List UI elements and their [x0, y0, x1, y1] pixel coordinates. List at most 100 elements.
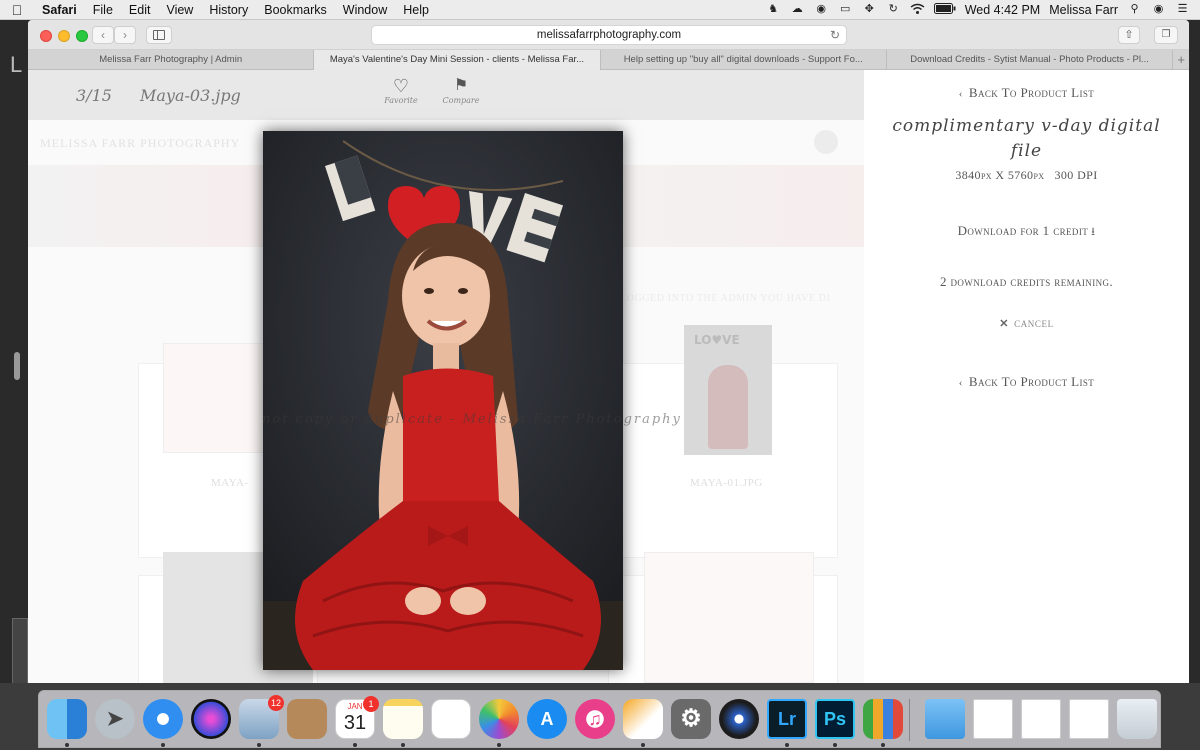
running-indicator	[641, 743, 645, 747]
address-bar[interactable]: melissafarrphotography.com ↻	[371, 25, 847, 45]
pixel-dimensions: 3840px X 5760px	[955, 168, 1045, 182]
itunes-icon[interactable]: ♫	[575, 699, 615, 739]
new-tab-button[interactable]: +	[1173, 50, 1189, 70]
reminders-icon[interactable]	[431, 699, 471, 739]
tab-overview-button[interactable]: ❐	[1154, 26, 1178, 44]
trash-icon[interactable]	[1117, 699, 1157, 739]
launchpad-icon[interactable]: ➤	[95, 699, 135, 739]
back-to-product-list-link-bottom[interactable]: ‹ Back To Product List	[864, 374, 1189, 390]
background-filmstrip-thumb	[12, 618, 28, 688]
photoshop-label: Ps	[823, 709, 847, 729]
tab-admin[interactable]: Melissa Farr Photography | Admin	[28, 50, 315, 70]
lightroom-label: Lr	[778, 709, 796, 729]
dock: ➤ 12 JAN 31 1 A ♫ ⚙ Lr Ps	[38, 690, 1161, 748]
tab-sytist-manual[interactable]: Download Credits - Sytist Manual - Photo…	[887, 50, 1174, 70]
document-stack-icon[interactable]	[1069, 699, 1109, 739]
favorite-button[interactable]: ♡ Favorite	[383, 76, 419, 105]
status-area: ♞ ☁ ◉ ▭ ✥ ↻ Wed 4:42 PM Melissa Farr ⚲ ◉…	[766, 3, 1200, 17]
download-for-credit-button[interactable]: Download for 1 credit ⭳	[864, 223, 1189, 242]
creative-cloud-icon[interactable]: ☁	[790, 3, 805, 16]
forward-button[interactable]: ›	[114, 26, 136, 44]
minimize-window-button[interactable]	[58, 30, 70, 42]
photos-icon[interactable]	[479, 699, 519, 739]
calendar-icon[interactable]: JAN 31 1	[335, 696, 379, 739]
time-machine-icon[interactable]: ↻	[886, 3, 901, 16]
notes-icon[interactable]	[383, 699, 423, 739]
safari-icon[interactable]	[143, 699, 183, 739]
tab-bar: Melissa Farr Photography | Admin Maya's …	[28, 50, 1189, 70]
photoshop-icon[interactable]: Ps	[815, 699, 855, 739]
apple-menu-icon[interactable]: 	[0, 2, 34, 18]
lightbox-photo[interactable]	[263, 131, 623, 670]
wifi-icon[interactable]	[910, 3, 925, 16]
menu-window[interactable]: Window	[335, 3, 395, 17]
safari-window: ‹ › melissafarrphotography.com ↻ ⇧ ❐ Mel…	[28, 20, 1189, 683]
notification-center-icon[interactable]: ☰	[1175, 3, 1190, 16]
user-name[interactable]: Melissa Farr	[1049, 3, 1118, 17]
app-menu[interactable]: Safari	[34, 3, 85, 17]
tab-support-forum[interactable]: Help setting up "buy all" digital downlo…	[601, 50, 887, 70]
thumbnail-love-banner: LO♥VE	[694, 333, 740, 347]
mail-icon[interactable]: 12	[239, 695, 284, 739]
airplay-icon[interactable]: ▭	[838, 3, 853, 16]
clock[interactable]: Wed 4:42 PM	[965, 3, 1041, 17]
share-button[interactable]: ⇧	[1118, 26, 1140, 44]
background-scroll-handle[interactable]	[14, 352, 20, 380]
menu-bar:  Safari File Edit View History Bookmark…	[0, 0, 1200, 20]
pages-icon[interactable]	[623, 699, 663, 739]
backup-icon[interactable]: ◉	[814, 3, 829, 16]
download-label: Download for 1 credit	[957, 223, 1089, 238]
system-preferences-icon[interactable]: ⚙	[671, 699, 711, 739]
lightroom-icon[interactable]: Lr	[767, 699, 807, 739]
close-icon: ✕	[999, 318, 1010, 330]
evernote-icon[interactable]: ♞	[766, 3, 781, 16]
document-stack-icon[interactable]	[1021, 699, 1061, 739]
finder-icon[interactable]	[47, 699, 87, 739]
web-page: MELISSA FARR PHOTOGRAPHY LOGGED INTO THE…	[28, 70, 1189, 683]
menu-bookmarks[interactable]: Bookmarks	[256, 3, 335, 17]
chevron-left-icon: ‹	[958, 88, 963, 100]
running-indicator	[497, 743, 501, 747]
running-indicator	[881, 743, 885, 747]
gallery-thumbnail: LO♥VE	[684, 325, 772, 455]
downloads-folder-icon[interactable]	[925, 699, 965, 739]
background-app-window: L	[0, 20, 28, 688]
thumbnail-filename: MAYA-01.JPG	[690, 477, 763, 489]
compare-label: Compare	[442, 96, 480, 105]
back-to-product-list-link-top[interactable]: ‹ Back To Product List	[864, 85, 1189, 101]
dpi-value: 300 DPI	[1054, 168, 1098, 182]
gallery-thumbnail	[644, 552, 814, 683]
battery-icon[interactable]	[933, 3, 956, 16]
fullscreen-window-button[interactable]	[76, 30, 88, 42]
siri-icon[interactable]	[191, 699, 231, 739]
favorite-label: Favorite	[384, 96, 418, 105]
siri-icon[interactable]: ◉	[1151, 3, 1166, 16]
url-text: melissafarrphotography.com	[536, 29, 682, 41]
reload-icon[interactable]: ↻	[830, 26, 840, 44]
tab-client-gallery[interactable]: Maya's Valentine's Day Mini Session - cl…	[314, 50, 601, 70]
background-app-letter: L	[10, 52, 23, 77]
running-indicator	[353, 743, 357, 747]
cancel-button[interactable]: ✕ cancel	[864, 316, 1189, 331]
menu-view[interactable]: View	[158, 3, 201, 17]
numbers-icon[interactable]	[863, 699, 903, 739]
contacts-icon[interactable]	[287, 699, 327, 739]
compare-button[interactable]: ⚑ Compare	[441, 76, 481, 105]
menu-history[interactable]: History	[201, 3, 256, 17]
menu-help[interactable]: Help	[395, 3, 437, 17]
heart-icon: ♡	[392, 76, 410, 96]
document-stack-icon[interactable]	[973, 699, 1013, 739]
sidebar-toggle-button[interactable]	[146, 26, 172, 44]
menu-file[interactable]: File	[85, 3, 121, 17]
close-window-button[interactable]	[40, 30, 52, 42]
aperture-icon[interactable]	[719, 699, 759, 739]
photo-illustration	[263, 131, 623, 670]
mail-badge: 12	[267, 695, 284, 711]
back-button[interactable]: ‹	[92, 26, 114, 44]
grid-icon[interactable]: ✥	[862, 3, 877, 16]
app-store-icon[interactable]: A	[527, 699, 567, 739]
spotlight-search-icon[interactable]: ⚲	[1127, 3, 1142, 16]
running-indicator	[161, 743, 165, 747]
menu-edit[interactable]: Edit	[121, 3, 159, 17]
cancel-label: cancel	[1014, 316, 1054, 330]
